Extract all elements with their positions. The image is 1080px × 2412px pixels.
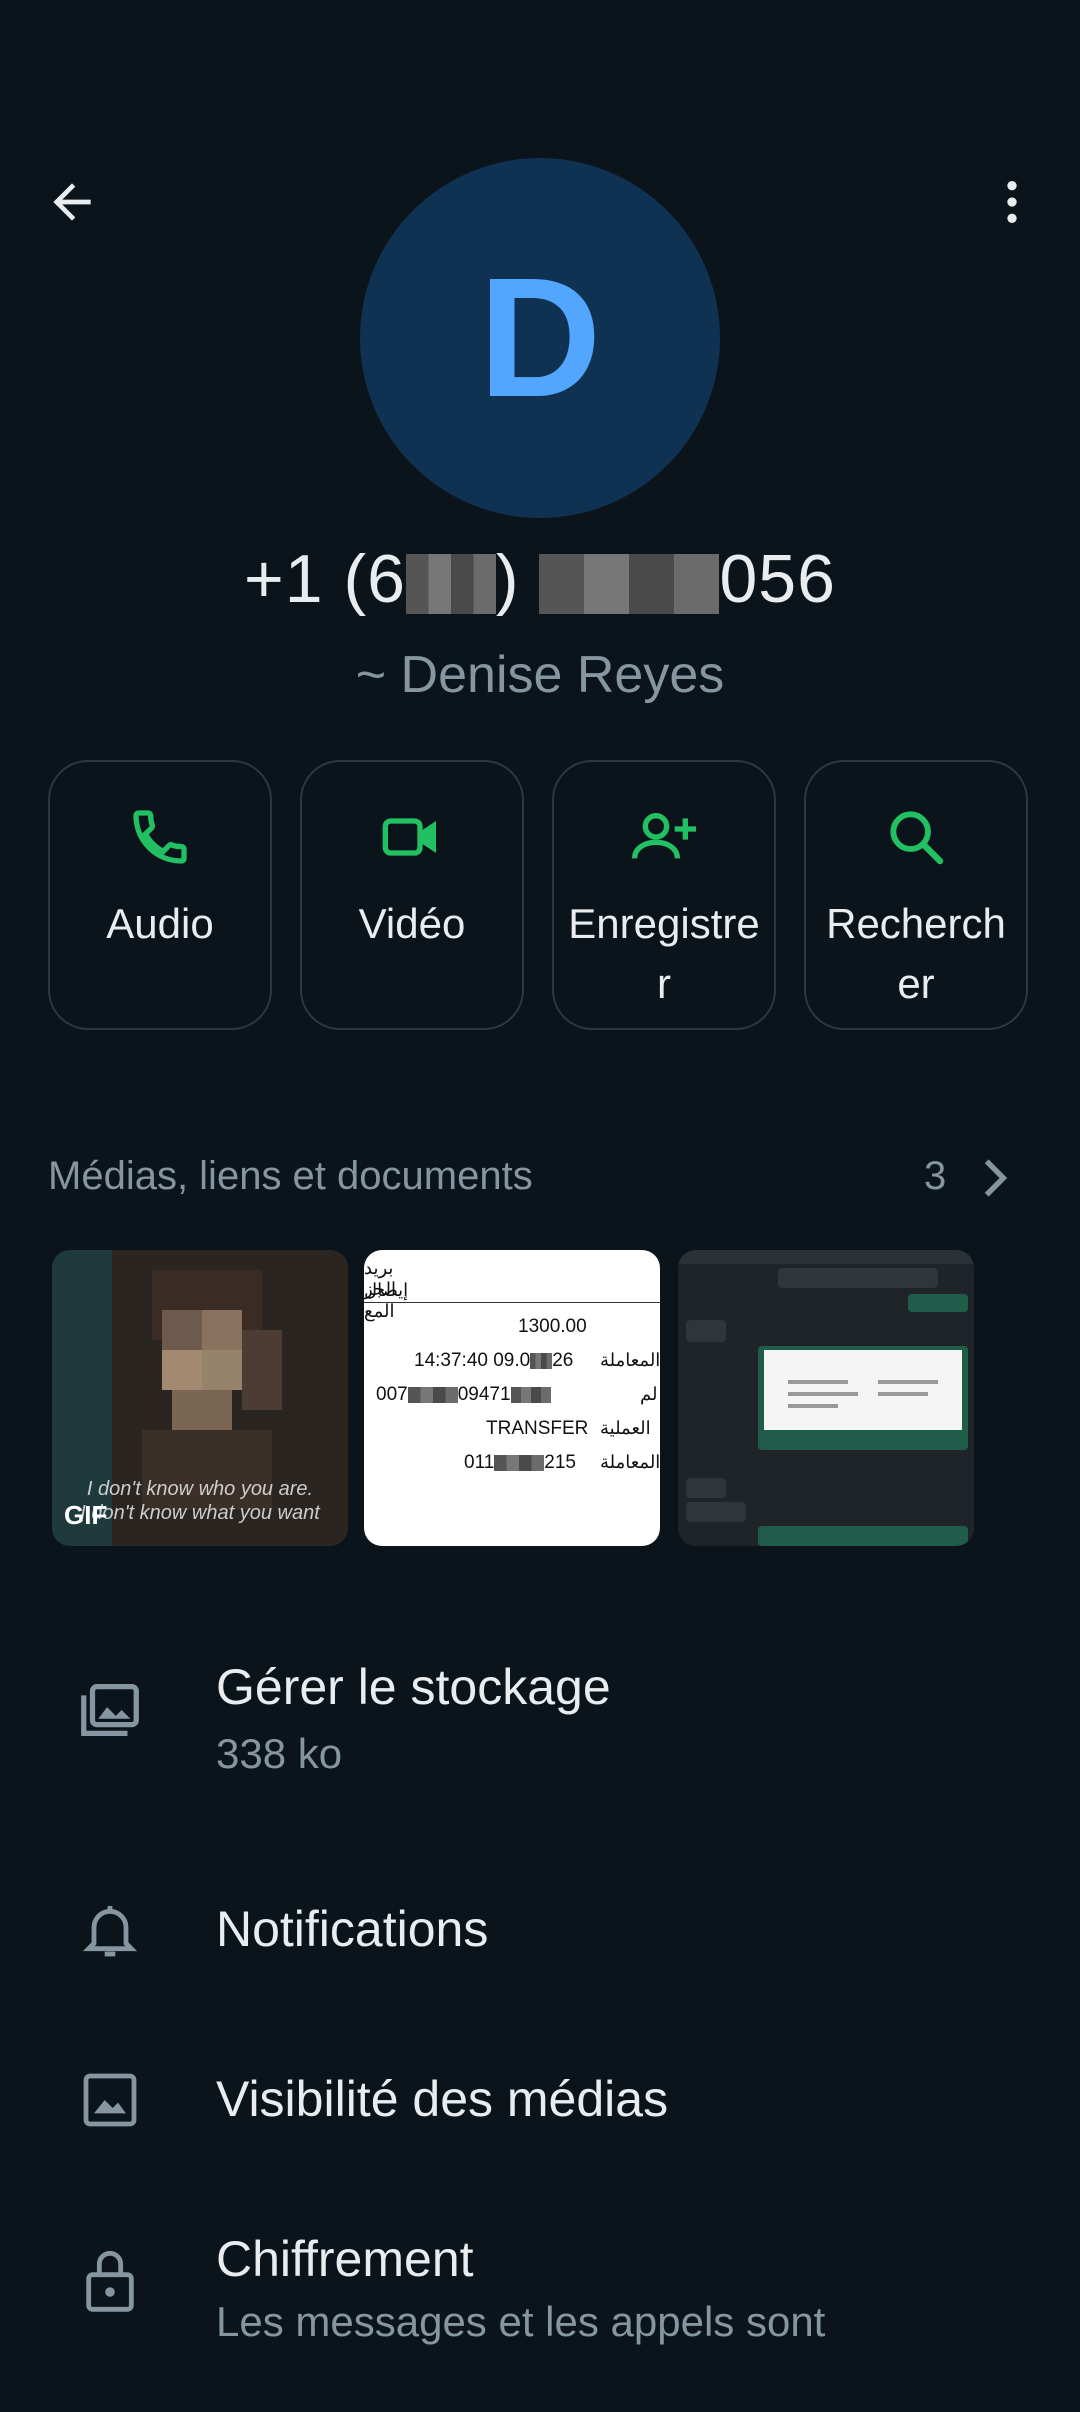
arrow-left-icon [53, 183, 91, 221]
search-icon [890, 811, 944, 865]
notifications-row[interactable]: Notifications [0, 1870, 1080, 1990]
more-vert-icon [1007, 181, 1017, 223]
setting-title: Chiffrement [216, 2231, 474, 2287]
phone-number: +1 (6) 056 [0, 540, 1080, 618]
receipt-ref: 011 215 [464, 1452, 576, 1473]
media-count[interactable]: 3 [924, 1154, 946, 1199]
media-thumbnail-receipt[interactable]: بريد الجز إيصال المع 1300.00 14:37:40 09… [364, 1250, 660, 1546]
action-label: Vidéo [358, 900, 466, 947]
action-label: Rechercher [826, 900, 1006, 1007]
phone-icon [133, 810, 187, 864]
receipt-date-label: خ المعاملة [600, 1350, 660, 1370]
gif-caption-1: I don't know who you are. [86, 1478, 314, 1500]
divider [364, 1302, 660, 1303]
bell-icon [82, 1906, 138, 1957]
back-button[interactable] [40, 170, 104, 234]
gif-badge: GIF [64, 1500, 108, 1530]
video-icon [382, 818, 436, 856]
image-icon [83, 2073, 137, 2127]
setting-subtitle: Les messages et les appels sont [216, 2298, 826, 2345]
media-thumbnail-gif[interactable]: I don't know who you are. I don't know w… [52, 1250, 348, 1546]
phone-suffix: 056 [719, 541, 836, 617]
redacted-block [539, 554, 720, 615]
receipt-ref-label: ف المعاملة [600, 1452, 660, 1472]
media-thumbnail-screenshot[interactable] [678, 1250, 974, 1546]
add-person-icon [632, 813, 696, 859]
phone-prefix: +1 (6 [244, 541, 406, 617]
redacted-block [405, 554, 496, 615]
setting-title: Gérer le stockage [216, 1659, 611, 1715]
receipt-type: TRANSFER [486, 1418, 589, 1439]
setting-title: Notifications [216, 1901, 489, 1957]
chat-screenshot-image [678, 1250, 974, 1546]
receipt-date: 14:37:40 09.0 26 [414, 1350, 574, 1371]
search-button[interactable]: Rechercher [804, 760, 1028, 1030]
action-label: Audio [106, 900, 214, 947]
storage-icon [81, 1684, 139, 1736]
more-options-button[interactable] [980, 170, 1044, 234]
media-see-all-button[interactable] [975, 1150, 1015, 1206]
chevron-right-icon [984, 1159, 1008, 1197]
video-call-button[interactable]: Vidéo [300, 760, 524, 1030]
lock-icon [86, 2251, 134, 2312]
media-visibility-row[interactable]: Visibilité des médias [0, 2040, 1080, 2160]
save-contact-button[interactable]: Enregistrer [552, 760, 776, 1030]
media-section-title[interactable]: Médias, liens et documents [48, 1154, 533, 1199]
receipt-account-label: لم [640, 1384, 658, 1404]
receipt-account: 007 09471 [376, 1384, 551, 1406]
receipt-amount: 1300.00 [518, 1316, 587, 1337]
phone-mid: ) [495, 541, 520, 617]
audio-call-button[interactable]: Audio [48, 760, 272, 1030]
action-label: Enregistrer [568, 900, 760, 1007]
avatar[interactable]: D [360, 158, 720, 518]
setting-subtitle: 338 ko [216, 1730, 343, 1777]
avatar-letter: D [478, 243, 602, 433]
setting-title: Visibilité des médias [216, 2071, 669, 2127]
manage-storage-row[interactable]: Gérer le stockage 338 ko [0, 1640, 1080, 1780]
receipt-header-2: إيصال المع [364, 1280, 409, 1321]
receipt-type-label: العملية [600, 1418, 651, 1438]
contact-name: ~ Denise Reyes [355, 646, 725, 704]
encryption-row[interactable]: Chiffrement Les messages et les appels s… [0, 2220, 1080, 2412]
